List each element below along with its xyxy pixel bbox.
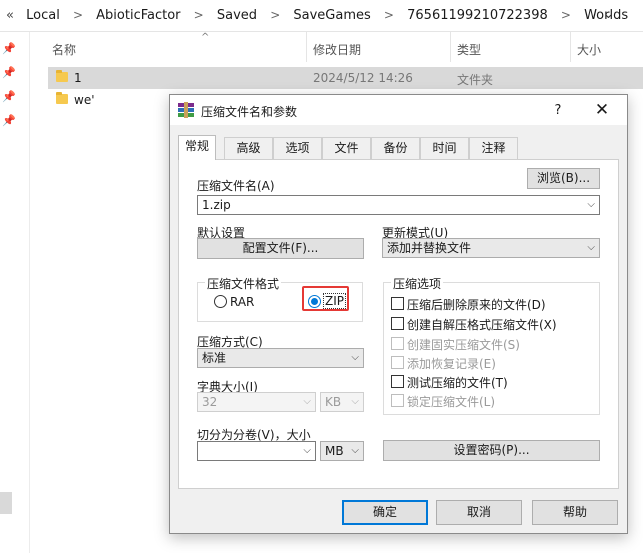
chevron-right-icon[interactable]: > bbox=[270, 8, 280, 22]
file-name: we' bbox=[74, 93, 95, 107]
tab-comment[interactable]: 注释 bbox=[469, 137, 518, 159]
sort-ascending-icon: ^ bbox=[201, 32, 210, 43]
format-rar-radio[interactable] bbox=[214, 295, 227, 308]
tab-general[interactable]: 常规 bbox=[178, 135, 216, 160]
column-divider[interactable] bbox=[450, 32, 451, 62]
cancel-button[interactable]: 取消 bbox=[436, 500, 522, 525]
archiving-options-title: 压缩选项 bbox=[391, 275, 444, 292]
file-row[interactable]: 1 2024/5/12 14:26 文件夹 bbox=[48, 67, 643, 89]
chevron-down-icon[interactable]: ⌵ bbox=[587, 239, 595, 257]
winrar-icon bbox=[178, 102, 194, 118]
chevron-right-icon[interactable]: > bbox=[561, 8, 571, 22]
archive-name-value: 1.zip bbox=[202, 198, 231, 212]
tab-options[interactable]: 选项 bbox=[273, 137, 322, 159]
tab-advanced[interactable]: 高级 bbox=[224, 137, 273, 159]
profiles-button[interactable]: 配置文件(F)... bbox=[197, 238, 364, 259]
ok-button[interactable]: 确定 bbox=[342, 500, 428, 525]
column-type[interactable]: 类型 bbox=[457, 41, 481, 58]
delete-after-checkbox[interactable] bbox=[391, 297, 404, 310]
split-volumes-input[interactable]: ⌵ bbox=[197, 441, 316, 461]
nav-selected-item[interactable] bbox=[0, 492, 12, 514]
breadcrumb-abioticfactor[interactable]: AbioticFactor bbox=[96, 8, 180, 23]
column-divider[interactable] bbox=[570, 32, 571, 62]
chevron-down-icon[interactable]: ⌄ bbox=[603, 7, 614, 22]
solid-archive-checkbox bbox=[391, 337, 404, 350]
help-icon[interactable]: ? bbox=[543, 100, 573, 122]
chevron-down-icon[interactable]: ⌵ bbox=[303, 442, 311, 460]
breadcrumb-savegames[interactable]: SaveGames bbox=[293, 8, 370, 23]
set-password-button[interactable]: 设置密码(P)... bbox=[383, 440, 600, 461]
address-bar[interactable]: « Local > AbioticFactor > Saved > SaveGa… bbox=[0, 0, 643, 32]
archive-dialog: 压缩文件名和参数 ? ✕ 常规 高级 选项 文件 备份 时间 注释 压缩文件名(… bbox=[169, 94, 628, 534]
dialog-title: 压缩文件名和参数 bbox=[201, 105, 298, 119]
update-mode-select[interactable]: 添加并替换文件 ⌵ bbox=[382, 238, 600, 258]
lock-archive-checkbox bbox=[391, 394, 404, 407]
chevron-right-icon[interactable]: > bbox=[384, 8, 394, 22]
highlight-box bbox=[302, 286, 349, 311]
archive-format-title: 压缩文件格式 bbox=[205, 275, 282, 292]
lock-archive-label: 锁定压缩文件(L) bbox=[407, 395, 496, 409]
test-files-checkbox[interactable] bbox=[391, 375, 404, 388]
chevron-down-icon[interactable]: ⌵ bbox=[351, 442, 359, 460]
update-mode-value: 添加并替换文件 bbox=[387, 241, 472, 255]
pin-icon: 📌 bbox=[2, 42, 16, 55]
dictionary-size-value: 32 bbox=[202, 395, 218, 409]
breadcrumb-local[interactable]: Local bbox=[26, 8, 60, 23]
column-size[interactable]: 大小 bbox=[577, 41, 601, 58]
compression-method-select[interactable]: 标准 ⌵ bbox=[197, 348, 364, 368]
archive-name-label: 压缩文件名(A) bbox=[197, 179, 275, 193]
tab-time[interactable]: 时间 bbox=[420, 137, 469, 159]
navigation-pane: 📌 📌 📌 📌 bbox=[0, 32, 30, 553]
chevron-down-icon: ⌵ bbox=[303, 396, 311, 407]
test-files-label[interactable]: 测试压缩的文件(T) bbox=[407, 374, 508, 391]
solid-archive-label: 创建固实压缩文件(S) bbox=[407, 338, 520, 352]
format-rar-label[interactable]: RAR bbox=[230, 295, 254, 309]
recovery-record-label: 添加恢复记录(E) bbox=[407, 357, 496, 371]
column-name[interactable]: 名称 bbox=[52, 41, 76, 58]
tab-files[interactable]: 文件 bbox=[322, 137, 371, 159]
help-button[interactable]: 帮助 bbox=[532, 500, 618, 525]
folder-icon bbox=[56, 92, 68, 104]
pin-icon: 📌 bbox=[2, 66, 16, 79]
dialog-titlebar[interactable]: 压缩文件名和参数 ? ✕ bbox=[170, 95, 627, 125]
split-unit-value: MB bbox=[325, 444, 344, 458]
pin-icon: 📌 bbox=[2, 90, 16, 103]
recovery-record-checkbox bbox=[391, 356, 404, 369]
folder-icon bbox=[56, 70, 68, 82]
chevron-down-icon[interactable]: ⌵ bbox=[587, 196, 595, 214]
dictionary-size-select: 32 ⌵ bbox=[197, 392, 316, 412]
close-icon[interactable]: ✕ bbox=[587, 99, 617, 121]
pin-icon: 📌 bbox=[2, 114, 16, 127]
column-modified[interactable]: 修改日期 bbox=[313, 41, 361, 58]
breadcrumb-saved[interactable]: Saved bbox=[217, 8, 257, 23]
file-name: 1 bbox=[74, 71, 82, 85]
split-unit-select[interactable]: MB ⌵ bbox=[320, 441, 364, 461]
chevron-right-icon[interactable]: > bbox=[194, 8, 204, 22]
create-sfx-label[interactable]: 创建自解压格式压缩文件(X) bbox=[407, 316, 557, 333]
delete-after-label[interactable]: 压缩后删除原来的文件(D) bbox=[407, 296, 546, 313]
chevron-down-icon[interactable]: ⌵ bbox=[351, 349, 359, 367]
breadcrumb: « Local > AbioticFactor > Saved > SaveGa… bbox=[6, 8, 628, 23]
compression-method-value: 标准 bbox=[202, 351, 227, 365]
column-header: ^ 名称 修改日期 类型 大小 bbox=[30, 32, 643, 62]
dictionary-unit-value: KB bbox=[325, 395, 342, 409]
column-divider[interactable] bbox=[306, 32, 307, 62]
dictionary-unit-select: KB ⌵ bbox=[320, 392, 364, 412]
create-sfx-checkbox[interactable] bbox=[391, 317, 404, 330]
browse-button[interactable]: 浏览(B)... bbox=[527, 168, 600, 189]
general-tab-page: 压缩文件名(A) 浏览(B)... 1.zip ⌵ 默认设置 配置文件(F)..… bbox=[178, 159, 619, 489]
breadcrumb-steamid[interactable]: 76561199210722398 bbox=[407, 8, 548, 23]
file-modified: 2024/5/12 14:26 bbox=[313, 71, 413, 85]
chevron-right-icon[interactable]: > bbox=[73, 8, 83, 22]
file-type: 文件夹 bbox=[457, 73, 494, 87]
tab-backup[interactable]: 备份 bbox=[371, 137, 420, 159]
archive-name-input[interactable]: 1.zip ⌵ bbox=[197, 195, 600, 215]
chevron-down-icon: ⌵ bbox=[351, 396, 359, 407]
more-locations-icon[interactable]: « bbox=[6, 8, 14, 23]
